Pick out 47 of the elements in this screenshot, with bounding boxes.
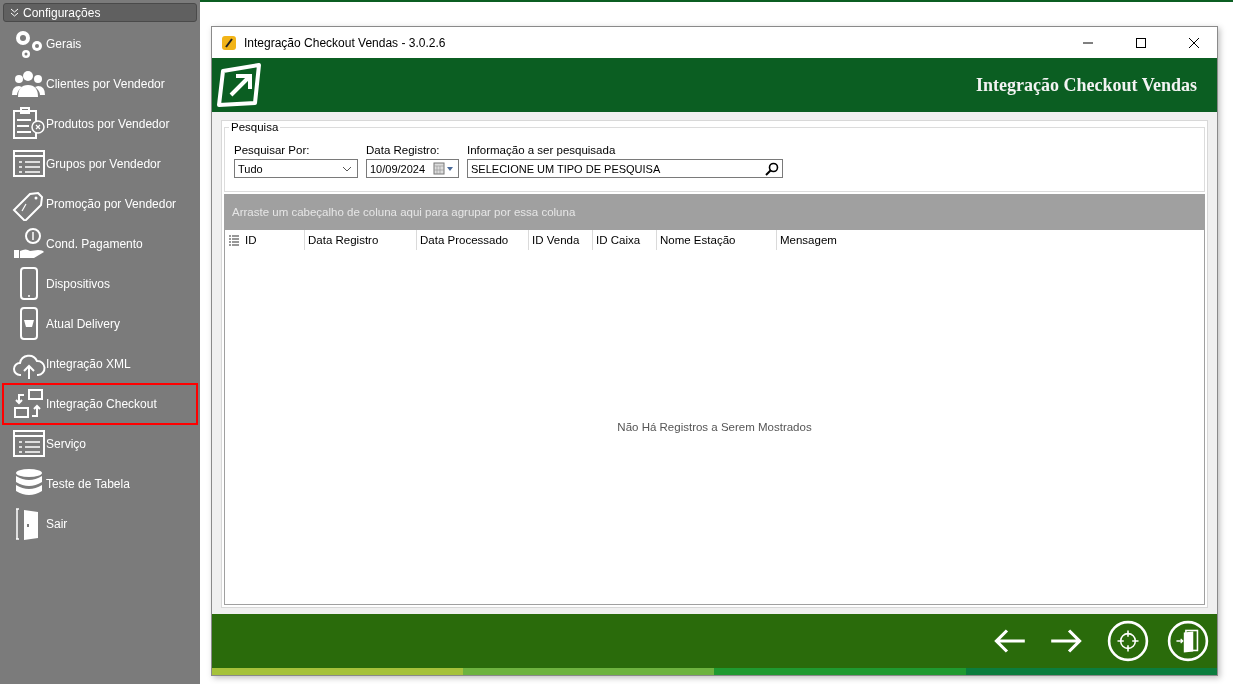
window-title: Integração Checkout Vendas - 3.0.2.6 [244,35,447,50]
maximize-icon [1135,36,1147,49]
sidebar-item[interactable]: Promoção por Vendedor [3,184,197,224]
crosshair-icon [1107,620,1149,662]
exit-button[interactable] [1165,618,1211,664]
sidebar-item[interactable]: Integração XML [3,344,197,384]
field-label: Informação a ser pesquisada [467,144,617,156]
chevron-icon [10,8,19,17]
column-header[interactable]: ID Caixa [592,230,656,250]
sidebar-item[interactable]: Gerais [3,24,197,64]
column-header[interactable]: ID [242,230,304,250]
swap-icon [12,387,46,421]
exit-door-icon [1167,620,1209,662]
app-icon [221,34,237,51]
target-button[interactable] [1105,618,1151,664]
clipboard-icon [12,107,46,141]
group-by-hint: Arraste um cabeçalho de coluna aqui para agrupar por essa coluna [232,206,576,218]
calendar-icon [433,161,455,176]
column-header[interactable]: Data Processado [416,230,528,250]
dropdown[interactable]: Tudo [234,159,358,178]
group-legend: Pesquisa [229,121,281,133]
date-field[interactable]: 10/09/2024 [366,159,459,178]
sidebar-item[interactable]: Teste de Tabela [3,464,197,504]
coin-hand-icon [12,227,46,261]
column-header[interactable]: ID Venda [528,230,592,250]
sidebar-item[interactable]: Clientes por Vendedor [3,64,197,104]
banner-title: Integração Checkout Vendas [975,74,1197,96]
column-header[interactable]: Nome Estação [656,230,776,250]
empty-message: Não Há Registros a Serem Mostrados [617,421,812,433]
sidebar-item[interactable]: Integração Checkout [3,384,197,424]
column-header[interactable]: Data Registro [304,230,416,250]
field-label: Pesquisar Por: [234,144,311,156]
search-icon[interactable] [765,161,779,176]
sidebar-header-label: Configurações [23,5,101,20]
sidebar-item[interactable]: Grupos por Vendedor [3,144,197,184]
column-header[interactable]: Mensagem [776,230,896,250]
sidebar-header[interactable]: Configurações [3,3,197,22]
sidebar-item[interactable]: Cond. Pagamento [3,224,197,264]
sidebar-item[interactable]: Serviço [3,424,197,464]
sidebar-item[interactable]: Dispositivos [3,264,197,304]
close-icon [1188,36,1200,49]
sidebar-item[interactable]: Atual Delivery [3,304,197,344]
field-label: Data Registro: [366,144,441,156]
sidebar-item[interactable]: Produtos por Vendedor [3,104,197,144]
column-chooser-icon[interactable] [228,234,240,246]
search-field[interactable]: SELECIONE UM TIPO DE PESQUISA [467,159,783,178]
sidebar-item[interactable]: Sair [3,504,197,544]
